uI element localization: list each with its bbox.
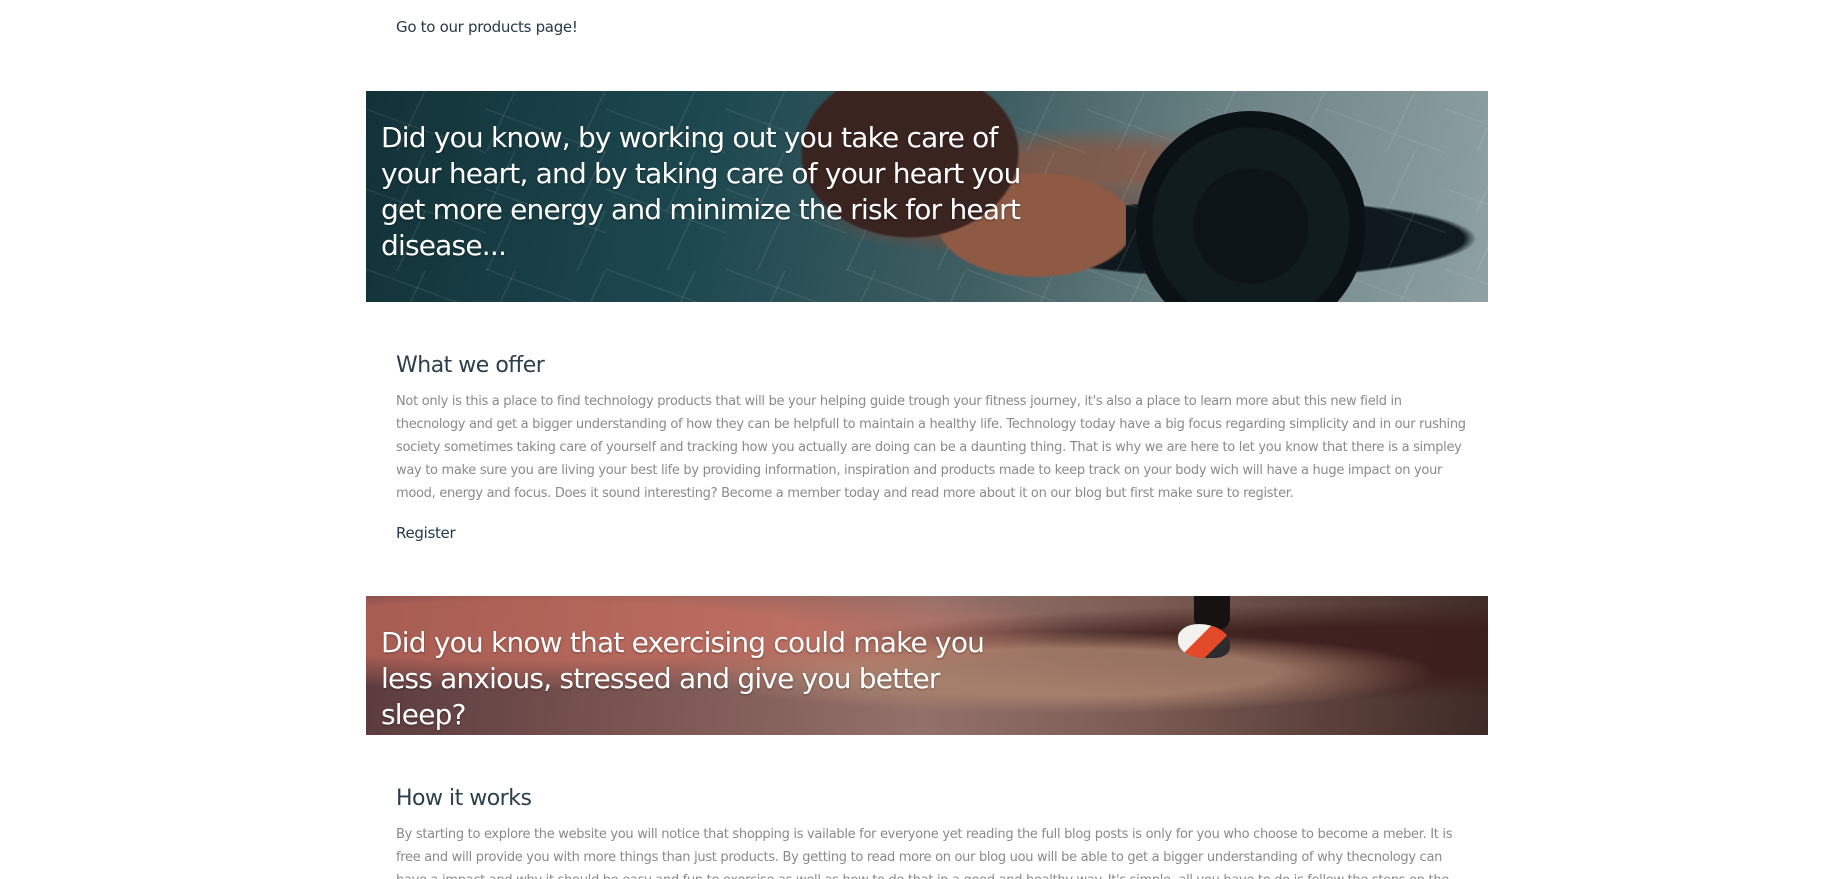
register-link[interactable]: Register <box>396 524 456 542</box>
how-it-works-title: How it works <box>396 786 532 811</box>
what-we-offer-title: What we offer <box>396 353 545 378</box>
products-page-link[interactable]: Go to our products page! <box>396 18 578 36</box>
how-it-works-body: By starting to explore the website you w… <box>396 827 1453 879</box>
what-we-offer-body: Not only is this a place to find technol… <box>396 394 1466 501</box>
banner-heading: Did you know, by working out you take ca… <box>381 121 1021 262</box>
banner-heading: Did you know that exercising could make … <box>381 626 985 731</box>
heart-health-banner: Did you know, by working out you take ca… <box>366 91 1488 302</box>
exercise-benefits-banner: Did you know that exercising could make … <box>366 596 1488 735</box>
page: Go to our products page! Did you know, b… <box>0 0 1839 879</box>
